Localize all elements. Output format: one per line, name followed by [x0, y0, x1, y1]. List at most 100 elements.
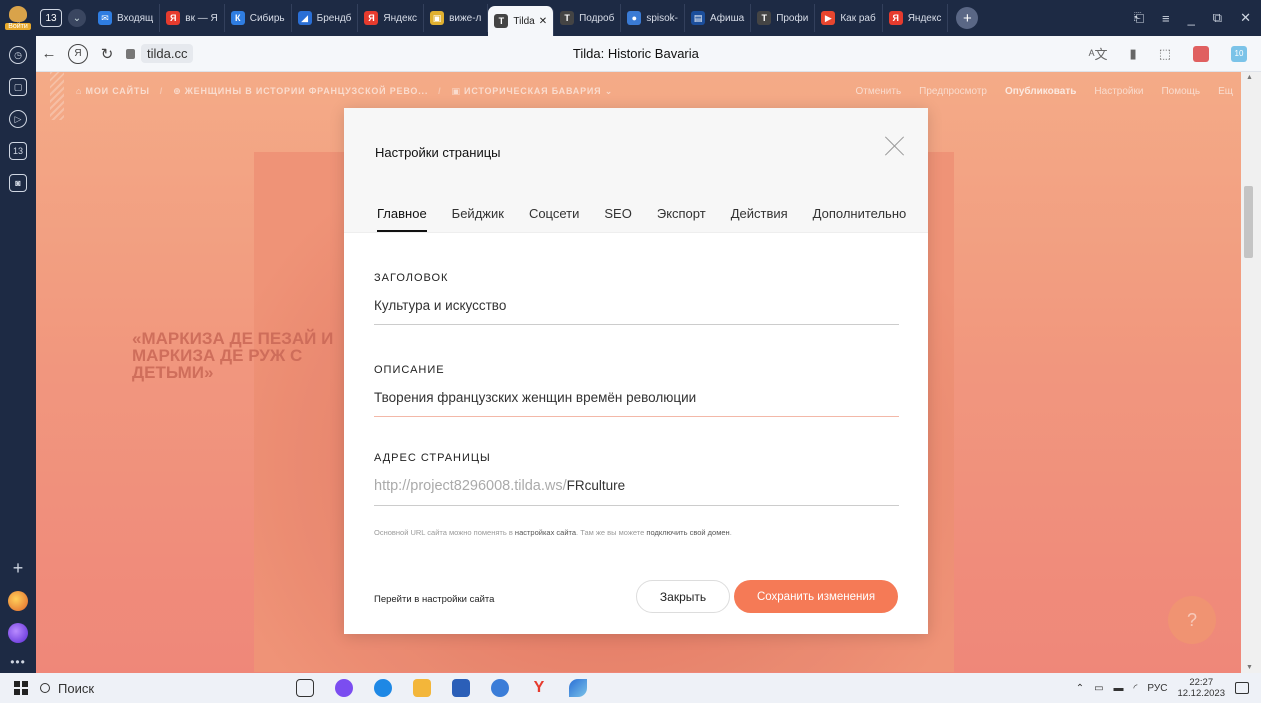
url-text[interactable]: tilda.cc: [141, 44, 194, 63]
tab-actions[interactable]: Действия: [731, 206, 788, 232]
address-slug[interactable]: FRculture: [567, 478, 626, 493]
collections-icon[interactable]: ▢: [9, 78, 27, 96]
scrollbar[interactable]: ▲ ▼: [1241, 72, 1261, 673]
search-icon: [40, 683, 50, 693]
browser-tab[interactable]: Явк — Я: [160, 4, 225, 32]
browser-tab[interactable]: ✉ Входящ: [92, 4, 161, 32]
bookmark-icon[interactable]: ⎗: [1134, 10, 1144, 26]
history-icon[interactable]: ◷: [9, 46, 27, 64]
zen-icon[interactable]: [8, 591, 28, 611]
taskbar-search[interactable]: Поиск: [40, 681, 270, 696]
browser-tab[interactable]: К Сибирь: [225, 4, 292, 32]
tab-favicon-icon: T: [494, 14, 509, 28]
telegram-icon[interactable]: [491, 679, 509, 697]
profile-label: Войти: [5, 23, 31, 30]
goto-site-settings-link[interactable]: Перейти в настройки сайта: [374, 594, 494, 605]
wifi-icon[interactable]: ◜: [1134, 683, 1138, 694]
browser-sidebar: ◷ ▢ ▷ 13 ◙ + •••: [0, 36, 36, 673]
task-view-icon[interactable]: [296, 679, 314, 697]
tab-main[interactable]: Главное: [377, 206, 427, 232]
browser-tab-strip: Войти 13 ⌄ ✉ Входящ Явк — Я К Сибирь ◢ Брендб Я…: [0, 0, 1261, 36]
extensions-icon[interactable]: ⬚: [1159, 46, 1171, 62]
address-input[interactable]: http://project8296008.tilda.ws/FRculture: [374, 478, 899, 506]
tab-favicon-icon: К: [230, 11, 245, 25]
menu-icon[interactable]: ≡: [1162, 11, 1170, 26]
chevron-down-icon[interactable]: ⌄: [68, 9, 86, 27]
browser-tab[interactable]: Я Яндекс: [883, 4, 949, 32]
calendar-icon[interactable]: 13: [9, 142, 27, 160]
address-field-group: АДРЕС СТРАНИЦЫ http://project8296008.til…: [374, 452, 899, 506]
tab-count-badge[interactable]: 13: [40, 9, 62, 27]
chat-icon[interactable]: ◙: [9, 174, 27, 192]
scroll-up-icon[interactable]: ▲: [1246, 74, 1253, 81]
tab-badge[interactable]: Бейджик: [452, 206, 504, 232]
add-panel-icon[interactable]: +: [13, 558, 24, 579]
browser-tab[interactable]: ● spisok-: [621, 4, 685, 32]
tab-seo[interactable]: SEO: [604, 206, 631, 232]
battery-icon[interactable]: ▬: [1114, 683, 1124, 694]
save-button[interactable]: Сохранить изменения: [734, 580, 898, 613]
browser-tab[interactable]: T Tilda ✕: [488, 6, 555, 36]
reload-icon[interactable]: ↻: [94, 45, 120, 63]
new-tab-button[interactable]: +: [956, 7, 979, 29]
close-window-button[interactable]: ✕: [1240, 10, 1251, 26]
bookmark-icon[interactable]: ▮: [1130, 46, 1137, 62]
browser-tab[interactable]: T Подроб: [554, 4, 622, 32]
alice-app-icon[interactable]: [335, 679, 353, 697]
title-label: ЗАГОЛОВОК: [374, 272, 449, 284]
extension-icon[interactable]: [1193, 45, 1209, 62]
file-explorer-icon[interactable]: [413, 679, 431, 697]
url-hint-text: Основной URL сайта можно поменять в наст…: [374, 528, 732, 537]
yandex-icon[interactable]: Я: [68, 43, 88, 64]
tab-favicon-icon: ▶: [821, 11, 836, 25]
tab-favicon-icon: ◢: [297, 11, 312, 25]
play-icon[interactable]: ▷: [9, 110, 27, 128]
browser-tab[interactable]: ◢ Брендб: [292, 4, 359, 32]
tab-additional[interactable]: Дополнительно: [813, 206, 907, 232]
scroll-down-icon[interactable]: ▼: [1246, 664, 1253, 671]
clock[interactable]: 22:27 12.12.2023: [1177, 677, 1225, 699]
windows-start-icon[interactable]: [14, 681, 28, 695]
description-label: ОПИСАНИЕ: [374, 364, 445, 376]
tab-favicon-icon: ▣: [430, 11, 445, 25]
scrollbar-thumb[interactable]: [1244, 186, 1253, 258]
edge-icon[interactable]: [374, 679, 392, 697]
tray-chevron-icon[interactable]: ⌃: [1076, 683, 1084, 694]
yandex-browser-icon[interactable]: Y: [530, 679, 548, 697]
browser-tab[interactable]: ▤ Афиша: [685, 4, 752, 32]
close-tab-icon[interactable]: ✕: [539, 16, 547, 27]
connect-domain-link[interactable]: подключить свой домен: [646, 528, 729, 537]
tab-label: Входящ: [117, 12, 154, 24]
download-icon[interactable]: 10: [1231, 45, 1247, 62]
back-arrow-icon[interactable]: ←: [36, 45, 62, 62]
tab-label: Профи: [776, 12, 809, 24]
network-icon[interactable]: ▭: [1094, 683, 1103, 694]
site-settings-link[interactable]: настройках сайта: [515, 528, 576, 537]
close-button[interactable]: Закрыть: [636, 580, 730, 613]
search-label: Поиск: [58, 680, 95, 696]
close-icon[interactable]: [884, 135, 906, 157]
translate-icon[interactable]: ᴬ文: [1089, 44, 1108, 63]
title-input[interactable]: Культура и искусство: [374, 298, 899, 325]
browser-tab[interactable]: T Профи: [751, 4, 816, 32]
browser-tab[interactable]: Я Яндекс: [358, 4, 425, 32]
tab-export[interactable]: Экспорт: [657, 206, 706, 232]
tab-label: Сибирь: [249, 12, 285, 24]
maximize-button[interactable]: ⧉: [1213, 10, 1222, 26]
language-indicator[interactable]: РУС: [1147, 683, 1167, 694]
alice-icon[interactable]: [8, 623, 28, 643]
app-icon[interactable]: [569, 679, 587, 697]
more-icon[interactable]: •••: [10, 655, 26, 669]
profile-button[interactable]: Войти: [0, 0, 36, 36]
minimize-button[interactable]: _: [1188, 11, 1195, 26]
browser-tab[interactable]: ▣ виже-л: [424, 4, 489, 32]
word-icon[interactable]: [452, 679, 470, 697]
url-field[interactable]: tilda.cc: [126, 44, 194, 63]
avatar: [9, 6, 27, 22]
notification-icon[interactable]: [1235, 682, 1249, 694]
tab-social[interactable]: Соцсети: [529, 206, 579, 232]
browser-tab[interactable]: ▶ Как раб: [815, 4, 883, 32]
description-input[interactable]: Творения французских женщин времён револ…: [374, 390, 899, 417]
tab-list: ✉ Входящ Явк — Я К Сибирь ◢ Брендб Я Яндекс ▣ виже…: [92, 0, 949, 36]
address-bar: ← Я ↻ tilda.cc Tilda: Historic Bavaria ᴬ…: [36, 36, 1261, 72]
